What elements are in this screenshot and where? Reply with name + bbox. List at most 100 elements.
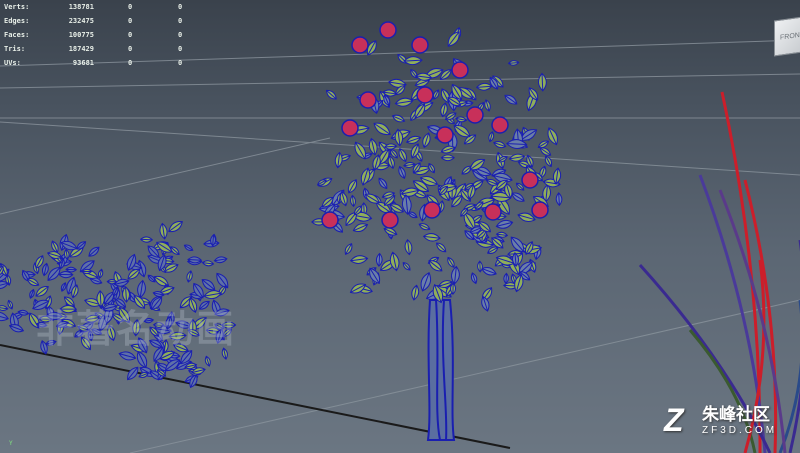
hud-value: 0 — [128, 31, 133, 39]
leaf-mesh — [507, 60, 520, 66]
leaf-mesh — [391, 114, 406, 123]
rose-flower — [466, 106, 484, 124]
leaf-mesh — [470, 272, 478, 285]
leaf-mesh — [325, 89, 337, 100]
site-domain: ZF3D.COM — [702, 425, 778, 436]
hud-row-uvs: UVs: 93681 0 0 — [4, 56, 194, 70]
leaf-mesh — [183, 244, 194, 252]
hud-value: 0 — [178, 45, 183, 53]
leaf-mesh — [0, 311, 9, 322]
rose-flower — [341, 119, 359, 137]
leaf-mesh — [375, 252, 383, 267]
leaf-mesh — [204, 355, 211, 367]
hud-value: 0 — [128, 3, 133, 11]
rose-flower — [359, 91, 377, 109]
leaf-mesh — [373, 122, 391, 136]
hud-value: 93681 — [72, 59, 94, 67]
leaf-mesh — [186, 270, 193, 283]
hud-row-edges: Edges: 232475 0 0 — [4, 14, 194, 28]
leaf-mesh — [349, 255, 369, 264]
hud-label: Edges: — [4, 17, 30, 25]
leaf-mesh — [440, 154, 455, 162]
right-grass-plant — [638, 91, 800, 453]
leaf-mesh — [139, 236, 154, 243]
leaf-mesh — [213, 256, 228, 264]
hud-value: 187429 — [68, 45, 94, 53]
leaf-mesh — [159, 222, 168, 240]
axis-indicator: Y — [9, 440, 13, 447]
rose-tree-canopy — [311, 26, 563, 312]
hud-row-tris: Tris: 187429 0 0 — [4, 42, 194, 56]
rose-flower — [423, 201, 441, 219]
hud-value: 0 — [178, 3, 183, 11]
hud-row-faces: Faces: 100775 0 0 — [4, 28, 194, 42]
leaf-mesh — [350, 194, 356, 208]
leaf-mesh — [88, 246, 100, 257]
rose-flower — [351, 36, 369, 54]
leaf-mesh — [418, 223, 431, 231]
leaf-mesh — [481, 266, 497, 276]
leaf-mesh — [347, 179, 358, 194]
hud-value: 0 — [128, 45, 133, 53]
leaf-mesh — [137, 279, 146, 299]
leaf-mesh — [378, 177, 388, 190]
leaf-mesh — [404, 239, 413, 256]
rose-flower — [436, 126, 454, 144]
site-watermark-text: 朱峰社区 ZF3D.COM — [702, 405, 777, 437]
hud-value: 232475 — [68, 17, 94, 25]
leaf-mesh — [484, 99, 491, 112]
hud-value: 138781 — [68, 3, 94, 11]
poly-count-hud: Verts: 138781 0 0 Edges: 232475 0 0 Face… — [4, 0, 194, 70]
leaf-mesh — [537, 72, 547, 92]
rose-flower — [491, 116, 509, 134]
leaf-mesh — [35, 286, 49, 297]
leaf-mesh — [436, 242, 447, 253]
leaf-mesh — [60, 282, 67, 292]
leaf-mesh — [405, 135, 422, 144]
leaf-mesh — [403, 56, 423, 66]
leaf-mesh — [41, 262, 49, 277]
hud-row-verts: Verts: 138781 0 0 — [4, 0, 194, 14]
hud-value: 0 — [128, 59, 133, 67]
leaf-mesh — [420, 271, 432, 292]
hud-value: 100775 — [68, 31, 94, 39]
view-cube-label: FRONT — [780, 30, 800, 42]
watermark-text: 非著名动画 — [36, 306, 237, 351]
rose-flower — [521, 171, 539, 189]
leaf-mesh — [402, 262, 411, 271]
leaf-mesh — [352, 223, 369, 233]
hud-value: 0 — [178, 17, 183, 25]
view-cube[interactable]: FRONT — [774, 15, 800, 57]
rose-flower — [411, 36, 429, 54]
leaf-mesh — [475, 82, 493, 91]
leaf-mesh — [168, 221, 183, 233]
hud-label: Tris: — [4, 45, 26, 53]
leaf-mesh — [201, 260, 215, 267]
rose-flower — [451, 61, 469, 79]
leaf-mesh — [503, 272, 509, 285]
site-name-cn: 朱峰社区 — [702, 405, 770, 425]
leaf-mesh — [440, 102, 448, 118]
rose-flower — [379, 21, 397, 39]
leaf-mesh — [0, 305, 9, 311]
leaf-mesh — [422, 132, 431, 149]
tree-trunk — [426, 299, 456, 441]
leaf-mesh — [493, 141, 507, 149]
rose-flower — [321, 211, 339, 229]
leaf-mesh — [334, 151, 343, 169]
leaf-mesh — [29, 288, 35, 299]
leaf-mesh — [422, 233, 441, 242]
leaf-mesh — [394, 97, 414, 107]
leaf-mesh — [504, 94, 518, 105]
rose-flower — [381, 211, 399, 229]
hud-label: UVs: — [4, 59, 21, 67]
rose-flower — [484, 203, 502, 221]
hud-value: 0 — [128, 17, 133, 25]
leaf-mesh — [450, 282, 457, 295]
rose-flower — [416, 86, 434, 104]
hud-label: Verts: — [4, 3, 30, 11]
leaf-mesh — [398, 148, 407, 163]
leaf-mesh — [488, 131, 495, 143]
rose-flower — [531, 201, 549, 219]
hud-value: 0 — [178, 59, 183, 67]
